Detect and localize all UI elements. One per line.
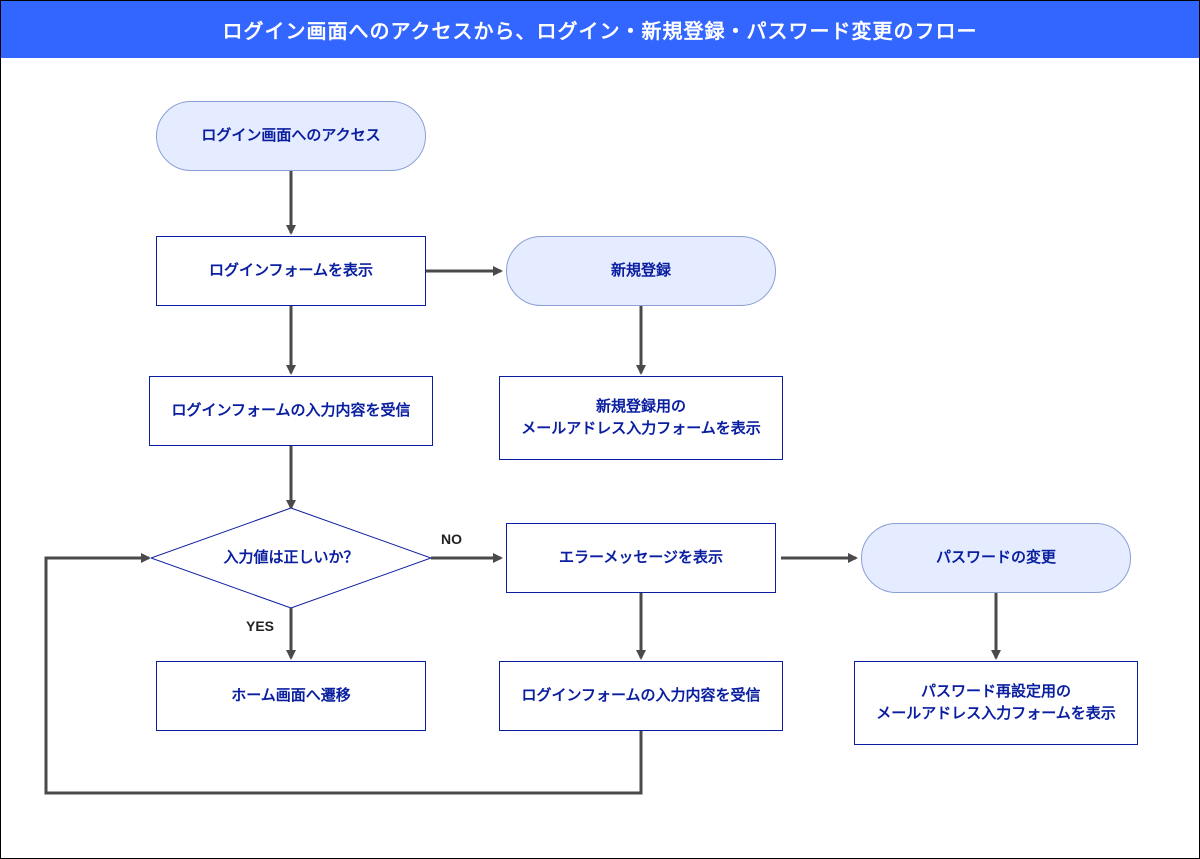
node-show-login-form: ログインフォームを表示 <box>156 236 426 306</box>
node-signup-mail-form: 新規登録用の メールアドレス入力フォームを表示 <box>499 376 783 460</box>
diagram-canvas: ログイン画面へのアクセス ログインフォームを表示 ログインフォームの入力内容を受… <box>1 53 1199 859</box>
node-show-error: エラーメッセージを表示 <box>506 523 776 593</box>
node-access-login-screen: ログイン画面へのアクセス <box>156 101 426 171</box>
decision-label: 入力値は正しいか？ <box>223 547 358 570</box>
node-receive-login-form-2: ログインフォームの入力内容を受信 <box>499 661 783 731</box>
diagram-frame: ログイン画面へのアクセスから、ログイン・新規登録・パスワード変更のフロー <box>0 0 1200 859</box>
edge-label-no: NO <box>441 531 462 547</box>
diagram-title: ログイン画面へのアクセスから、ログイン・新規登録・パスワード変更のフロー <box>1 1 1199 58</box>
node-signup: 新規登録 <box>506 236 776 306</box>
node-password-mail-form: パスワード再設定用の メールアドレス入力フォームを表示 <box>854 661 1138 745</box>
edge-label-yes: YES <box>246 618 274 634</box>
node-password-change: パスワードの変更 <box>861 523 1131 593</box>
node-decision-valid-input: 入力値は正しいか？ <box>151 508 431 608</box>
node-receive-login-form: ログインフォームの入力内容を受信 <box>149 376 433 446</box>
node-go-home: ホーム画面へ遷移 <box>156 661 426 731</box>
